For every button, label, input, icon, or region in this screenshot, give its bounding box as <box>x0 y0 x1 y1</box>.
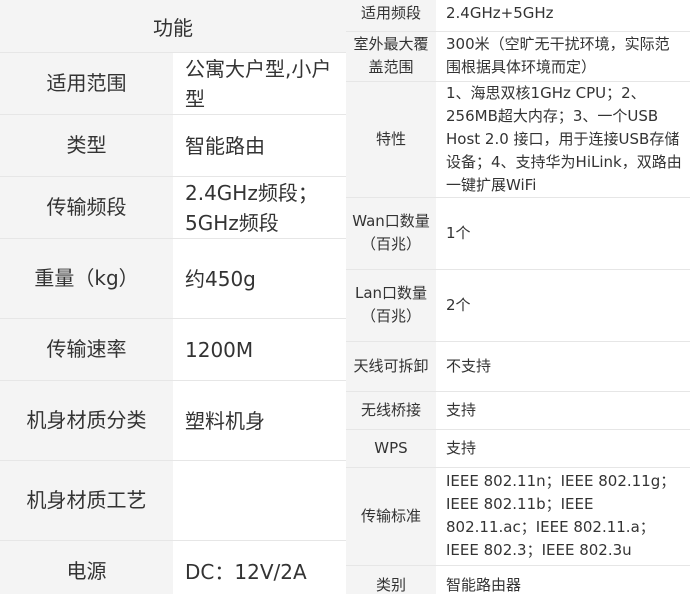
row-value: 智能路由 <box>173 114 346 177</box>
row-key: 天线可拆卸 <box>346 340 436 391</box>
row-key: 类型 <box>0 114 173 177</box>
row-key: 传输速率 <box>0 318 173 381</box>
row-key: 特性 <box>346 80 436 197</box>
table-row: 传输频段 2.4GHz频段；5GHz频段 <box>0 176 346 239</box>
table-row: 天线可拆卸 不支持 <box>346 340 690 391</box>
table-row: Lan口数量（百兆） 2个 <box>346 268 690 341</box>
table-row: 特性 1、海思双核1GHz CPU；2、256MB超大内存；3、一个USB Ho… <box>346 80 690 197</box>
row-value: 不支持 <box>436 340 690 391</box>
table-row: 室外最大覆盖范围 300米（空旷无干扰环境，实际范围根据具体环境而定） <box>346 30 690 81</box>
row-key: WPS <box>346 428 436 467</box>
table-row: WPS 支持 <box>346 428 690 467</box>
table-row: 重量（kg） 约450g <box>0 238 346 319</box>
table-row: 类别 智能路由器 <box>346 564 690 594</box>
row-key: 机身材质工艺 <box>0 460 173 541</box>
table-row: 电源 DC：12V/2A <box>0 540 346 594</box>
row-key: 适用范围 <box>0 52 173 115</box>
row-key: 机身材质分类 <box>0 380 173 461</box>
row-value: 1200M <box>173 318 346 381</box>
right-spec-table-panel: 适用频段 2.4GHz+5GHz 室外最大覆盖范围 300米（空旷无干扰环境，实… <box>346 0 690 594</box>
row-key: 传输标准 <box>346 466 436 565</box>
table-row: 类型 智能路由 <box>0 114 346 177</box>
row-value: 1个 <box>436 196 690 269</box>
table-row: 机身材质分类 塑料机身 <box>0 380 346 461</box>
row-value: DC：12V/2A <box>173 540 346 594</box>
row-value: 1、海思双核1GHz CPU；2、256MB超大内存；3、一个USB Host … <box>436 80 690 197</box>
row-key: 无线桥接 <box>346 390 436 429</box>
row-value <box>173 460 346 541</box>
row-key: 重量（kg） <box>0 238 173 319</box>
row-key: Lan口数量（百兆） <box>346 268 436 341</box>
row-value: 300米（空旷无干扰环境，实际范围根据具体环境而定） <box>436 30 690 81</box>
right-spec-table: 适用频段 2.4GHz+5GHz 室外最大覆盖范围 300米（空旷无干扰环境，实… <box>346 0 690 594</box>
row-value: 2个 <box>436 268 690 341</box>
table-row: 适用范围 公寓大户型,小户型 <box>0 52 346 115</box>
table-row: Wan口数量（百兆） 1个 <box>346 196 690 269</box>
row-key: Wan口数量（百兆） <box>346 196 436 269</box>
row-key: 类别 <box>346 564 436 594</box>
row-value: 公寓大户型,小户型 <box>173 52 346 115</box>
row-key: 室外最大覆盖范围 <box>346 30 436 81</box>
table-header-function: 功能 <box>0 0 346 53</box>
row-key: 传输频段 <box>0 176 173 239</box>
row-value: 约450g <box>173 238 346 319</box>
left-spec-table-panel: 功能 适用范围 公寓大户型,小户型 类型 智能路由 传输频段 2.4GHz频段；… <box>0 0 346 594</box>
table-row: 传输速率 1200M <box>0 318 346 381</box>
row-key: 适用频段 <box>346 0 436 31</box>
table-row: 无线桥接 支持 <box>346 390 690 429</box>
row-key: 电源 <box>0 540 173 594</box>
table-row: 传输标准 IEEE 802.11n；IEEE 802.11g；IEEE 802.… <box>346 466 690 565</box>
left-spec-table: 功能 适用范围 公寓大户型,小户型 类型 智能路由 传输频段 2.4GHz频段；… <box>0 0 346 594</box>
table-row: 适用频段 2.4GHz+5GHz <box>346 0 690 31</box>
row-value: 2.4GHz+5GHz <box>436 0 690 31</box>
row-value: 支持 <box>436 428 690 467</box>
row-value: 支持 <box>436 390 690 429</box>
row-value: 塑料机身 <box>173 380 346 461</box>
row-value: IEEE 802.11n；IEEE 802.11g；IEEE 802.11b；I… <box>436 466 690 565</box>
table-header-row: 功能 <box>0 0 346 53</box>
row-value: 2.4GHz频段；5GHz频段 <box>173 176 346 239</box>
row-value: 智能路由器 <box>436 564 690 594</box>
table-row: 机身材质工艺 <box>0 460 346 541</box>
